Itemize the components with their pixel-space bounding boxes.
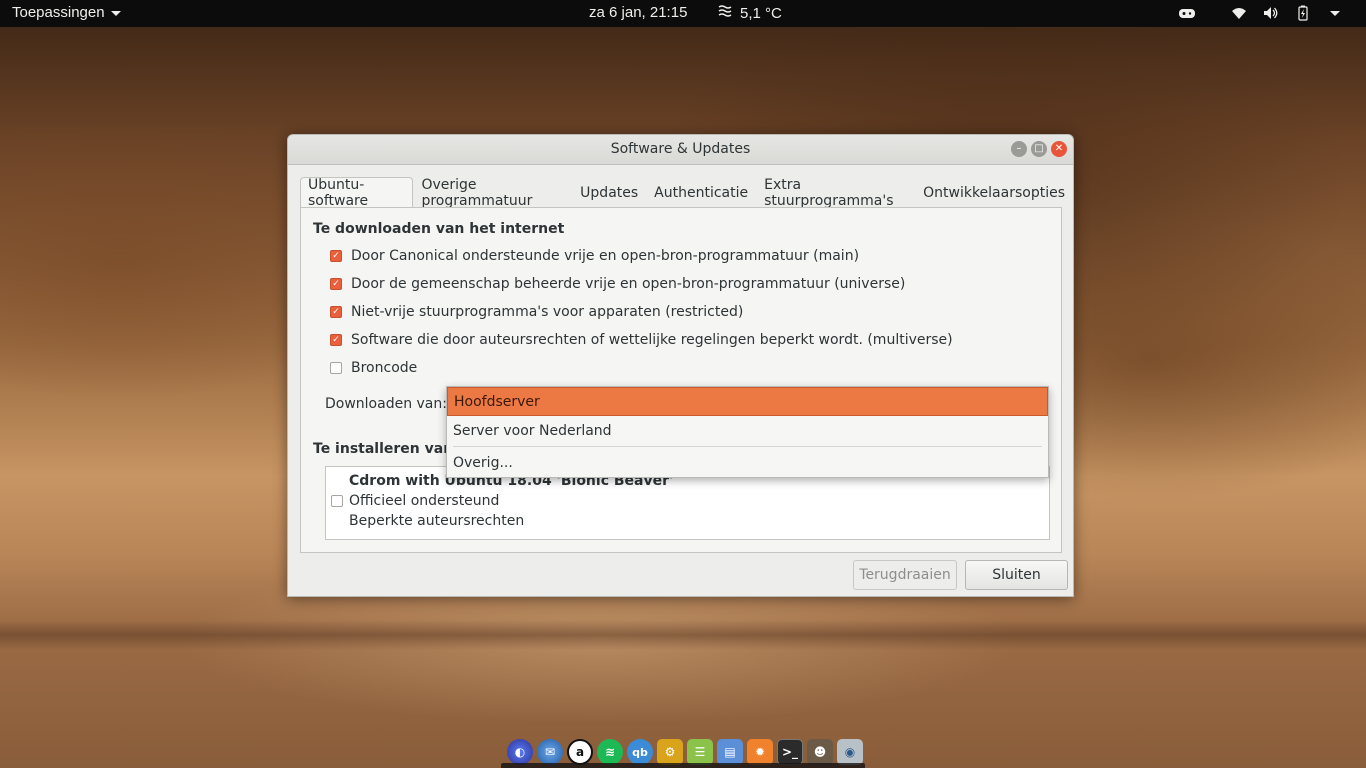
checkbox-multiverse[interactable]: ✓ Software die door auteursrechten of we… [330, 332, 953, 348]
applications-label: Toepassingen [12, 4, 105, 21]
tab-developer-options[interactable]: Ontwikkelaarsopties [915, 177, 1073, 208]
window-title: Software & Updates [610, 141, 751, 157]
top-panel: Toepassingen za 6 jan, 21:15 5,1 °C [0, 0, 1366, 27]
checkbox-label: Software die door auteursrechten of wett… [351, 332, 953, 348]
tab-bar: Ubuntu-software Overige programmatuur Up… [300, 177, 1073, 209]
minimize-button[interactable]: – [1011, 141, 1027, 157]
tab-ubuntu-software[interactable]: Ubuntu-software [300, 177, 414, 209]
ubuntu-software-panel: Te downloaden van het internet ✓ Door Ca… [300, 207, 1062, 553]
system-tray [1178, 4, 1344, 22]
dock-background [501, 763, 865, 768]
firefox-icon[interactable]: ◐ [507, 739, 533, 765]
settings-gear-icon[interactable]: ✹ [747, 739, 773, 765]
weather-indicator[interactable]: 5,1 °C [718, 4, 782, 22]
checkbox-checked-icon[interactable]: ✓ [330, 250, 342, 262]
maximize-button[interactable]: □ [1031, 141, 1047, 157]
terminal-icon[interactable]: >_ [777, 739, 803, 765]
checkbox-main[interactable]: ✓ Door Canonical ondersteunde vrije en o… [330, 248, 859, 264]
tab-other-software[interactable]: Overige programmatuur [413, 177, 572, 209]
checkbox-checked-icon[interactable]: ✓ [330, 306, 342, 318]
tab-authentication[interactable]: Authenticatie [646, 177, 756, 208]
tab-additional-drivers[interactable]: Extra stuurprogramma's [756, 177, 915, 209]
volume-icon[interactable] [1262, 4, 1280, 22]
checkbox-source-code[interactable]: Broncode [330, 360, 417, 376]
checkbox-unchecked-icon[interactable] [330, 362, 342, 374]
checkbox-universe[interactable]: ✓ Door de gemeenschap beheerde vrije en … [330, 276, 905, 292]
checkbox-label: Door de gemeenschap beheerde vrije en op… [351, 276, 906, 292]
rss-icon[interactable]: ☰ [687, 739, 713, 765]
close-icon: ✕ [1054, 143, 1064, 154]
fog-icon [718, 4, 734, 22]
chevron-down-icon[interactable] [1326, 4, 1344, 22]
clock[interactable]: za 6 jan, 21:15 [589, 4, 687, 21]
cdrom-rights: Beperkte auteursrechten [349, 513, 525, 529]
checkbox-label: Niet-vrije stuurprogramma's voor apparat… [351, 304, 744, 320]
desert-wallpaper [0, 620, 1366, 650]
dropdown-option-main-server[interactable]: Hoofdserver [447, 387, 1048, 416]
tab-updates[interactable]: Updates [572, 177, 646, 208]
chevron-down-icon [110, 11, 121, 16]
qbittorrent-icon[interactable]: qb [627, 739, 653, 765]
amazon-icon[interactable]: a [567, 739, 593, 765]
cdrom-support: Officieel ondersteund [349, 493, 500, 509]
network-icon[interactable]: ◉ [837, 739, 863, 765]
download-section-title: Te downloaden van het internet [313, 221, 565, 237]
minimize-icon: – [1016, 143, 1022, 154]
dropdown-option-other[interactable]: Overig... [447, 451, 1048, 475]
close-button[interactable]: Sluiten [965, 560, 1068, 590]
checkbox-checked-icon[interactable]: ✓ [330, 278, 342, 290]
wifi-icon[interactable] [1230, 4, 1248, 22]
checkbox-label: Door Canonical ondersteunde vrije en ope… [351, 248, 860, 264]
spotify-icon[interactable]: ≋ [597, 739, 623, 765]
checkbox-label: Broncode [351, 360, 418, 376]
close-window-button[interactable]: ✕ [1051, 141, 1067, 157]
gimp-icon[interactable]: ☻ [807, 739, 833, 765]
dropdown-option-netherlands-server[interactable]: Server voor Nederland [447, 419, 1048, 443]
temperature-label: 5,1 °C [740, 4, 782, 22]
build-tool-icon[interactable]: ⚙ [657, 739, 683, 765]
applications-menu[interactable]: Toepassingen [12, 4, 121, 21]
cdrom-checkbox[interactable] [331, 495, 343, 507]
thunderbird-icon[interactable]: ✉ [537, 739, 563, 765]
checkbox-checked-icon[interactable]: ✓ [330, 334, 342, 346]
software-updates-window: Software & Updates – □ ✕ Ubuntu-software… [287, 134, 1074, 597]
checkbox-restricted[interactable]: ✓ Niet-vrije stuurprogramma's voor appar… [330, 304, 743, 320]
download-server-dropdown: Hoofdserver Server voor Nederland Overig… [446, 386, 1049, 478]
revert-button[interactable]: Terugdraaien [853, 560, 957, 590]
battery-charging-icon[interactable] [1294, 4, 1312, 22]
maximize-icon: □ [1034, 143, 1044, 154]
files-icon[interactable]: ▤ [717, 739, 743, 765]
gamepad-icon[interactable] [1178, 4, 1196, 22]
window-titlebar[interactable]: Software & Updates – □ ✕ [288, 135, 1073, 165]
dropdown-separator [453, 446, 1042, 447]
download-from-label: Downloaden van: [325, 396, 447, 412]
